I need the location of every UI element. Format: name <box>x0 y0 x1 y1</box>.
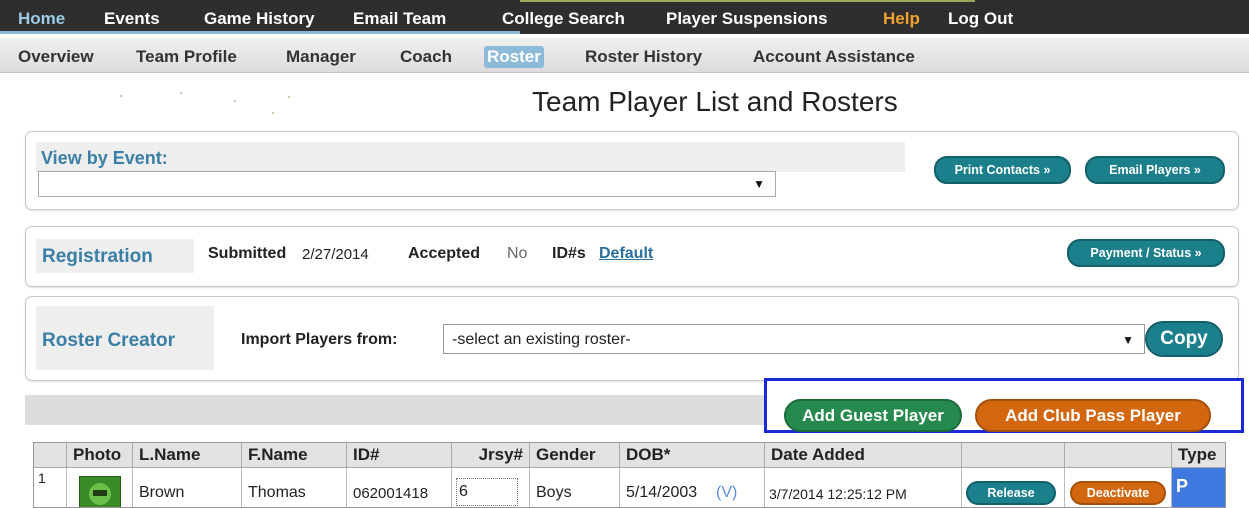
deactivate-cell: Deactivate <box>1065 468 1172 507</box>
roster-creator-header: Roster Creator <box>36 306 214 370</box>
nav-college-search[interactable]: College Search <box>502 9 625 29</box>
ids-default-link[interactable]: Default <box>599 245 653 263</box>
nav-accent-line <box>520 0 975 2</box>
header-gender[interactable]: Gender <box>530 443 620 468</box>
header-type[interactable]: Type <box>1172 443 1225 468</box>
nav-events[interactable]: Events <box>104 9 160 29</box>
view-by-event-label: View by Event: <box>41 148 168 168</box>
header-fname[interactable]: F.Name <box>242 443 347 468</box>
subnav-roster-history[interactable]: Roster History <box>585 47 702 67</box>
deactivate-button[interactable]: Deactivate <box>1070 481 1166 505</box>
date-added-cell: 3/7/2014 12:25:12 PM <box>765 468 962 507</box>
nav-active-underline <box>0 31 520 34</box>
header-deactivate-col <box>1065 443 1172 468</box>
speck <box>272 112 274 114</box>
accepted-label: Accepted <box>408 245 481 262</box>
nav-log-out[interactable]: Log Out <box>948 9 1013 29</box>
header-id[interactable]: ID# <box>347 443 452 468</box>
dropdown-arrow-icon: ▼ <box>753 177 765 191</box>
top-nav: Home Events Game History Email Team Coll… <box>0 0 1249 34</box>
print-contacts-button[interactable]: Print Contacts » <box>934 156 1071 184</box>
ids-label: ID#s <box>552 245 586 262</box>
submitted-value: 2/27/2014 <box>302 246 369 263</box>
player-gender: Boys <box>536 484 572 501</box>
import-players-label: Import Players from: <box>241 331 398 348</box>
event-select[interactable]: ▼ <box>38 171 776 197</box>
fname-cell: Thomas <box>242 468 347 507</box>
roster-table: Photo L.Name F.Name ID# Jrsy# Gender DOB… <box>33 442 1226 508</box>
row-number-cell: 1 <box>34 468 67 507</box>
player-type: P <box>1176 476 1189 496</box>
view-by-event-header: View by Event: <box>36 142 905 172</box>
header-dob[interactable]: DOB* <box>620 443 765 468</box>
subnav-coach[interactable]: Coach <box>400 47 452 67</box>
jersey-value: 6 <box>459 483 468 500</box>
subnav-team-profile[interactable]: Team Profile <box>136 47 237 67</box>
header-date-added[interactable]: Date Added <box>765 443 962 468</box>
header-release-col <box>962 443 1065 468</box>
import-roster-select[interactable]: -select an existing roster- ▼ <box>443 324 1145 354</box>
type-cell: P <box>1172 468 1225 507</box>
header-number <box>34 443 67 468</box>
sub-nav: Overview Team Profile Manager Coach Rost… <box>0 38 1249 73</box>
subnav-account-assistance[interactable]: Account Assistance <box>753 47 915 67</box>
player-photo[interactable] <box>79 476 121 507</box>
speck <box>120 95 122 97</box>
subnav-roster[interactable]: Roster <box>484 46 544 68</box>
jersey-cell: 6 <box>452 468 530 507</box>
page-title: Team Player List and Rosters <box>532 86 898 117</box>
nav-email-team[interactable]: Email Team <box>353 9 446 29</box>
copy-button[interactable]: Copy <box>1145 321 1223 357</box>
release-button[interactable]: Release <box>966 481 1056 505</box>
roster-creator-label: Roster Creator <box>42 330 176 351</box>
id-cell: 062001418 <box>347 468 452 507</box>
add-player-highlight: Add Guest Player Add Club Pass Player <box>764 378 1244 433</box>
speck <box>180 92 182 94</box>
player-lname: Brown <box>139 484 185 501</box>
subnav-manager[interactable]: Manager <box>286 47 356 67</box>
submitted-label: Submitted <box>208 245 287 262</box>
header-lname[interactable]: L.Name <box>133 443 242 468</box>
header-photo[interactable]: Photo <box>67 443 133 468</box>
lname-cell: Brown <box>133 468 242 507</box>
import-select-value: -select an existing roster- <box>452 331 631 348</box>
speck <box>288 96 290 98</box>
player-dob: 5/14/2003 <box>626 484 698 501</box>
dob-cell: 5/14/2003 (V) <box>620 468 765 507</box>
nav-help[interactable]: Help <box>883 9 920 29</box>
add-club-pass-player-button[interactable]: Add Club Pass Player <box>975 399 1211 432</box>
nav-game-history[interactable]: Game History <box>204 9 315 29</box>
registration-label: Registration <box>42 246 153 267</box>
player-fname: Thomas <box>248 484 306 501</box>
header-jersey[interactable]: Jrsy# <box>452 443 530 468</box>
subnav-overview[interactable]: Overview <box>18 47 94 67</box>
accepted-value: No <box>507 245 528 262</box>
dropdown-arrow-icon: ▼ <box>1122 333 1134 347</box>
dob-verified-link[interactable]: (V) <box>716 484 737 502</box>
email-players-button[interactable]: Email Players » <box>1085 156 1225 184</box>
release-cell: Release <box>962 468 1065 507</box>
avatar <box>93 490 107 496</box>
row-number: 1 <box>38 470 46 486</box>
add-guest-player-button[interactable]: Add Guest Player <box>784 399 962 432</box>
gender-cell: Boys <box>530 468 620 507</box>
registration-header: Registration <box>36 239 194 273</box>
player-id: 062001418 <box>353 485 429 502</box>
player-date-added: 3/7/2014 12:25:12 PM <box>769 486 907 502</box>
nav-player-suspensions[interactable]: Player Suspensions <box>666 9 828 29</box>
payment-status-button[interactable]: Payment / Status » <box>1067 239 1225 267</box>
nav-home[interactable]: Home <box>18 9 65 29</box>
photo-cell <box>67 468 133 507</box>
jersey-input[interactable]: 6 <box>456 478 518 506</box>
speck <box>234 100 236 102</box>
